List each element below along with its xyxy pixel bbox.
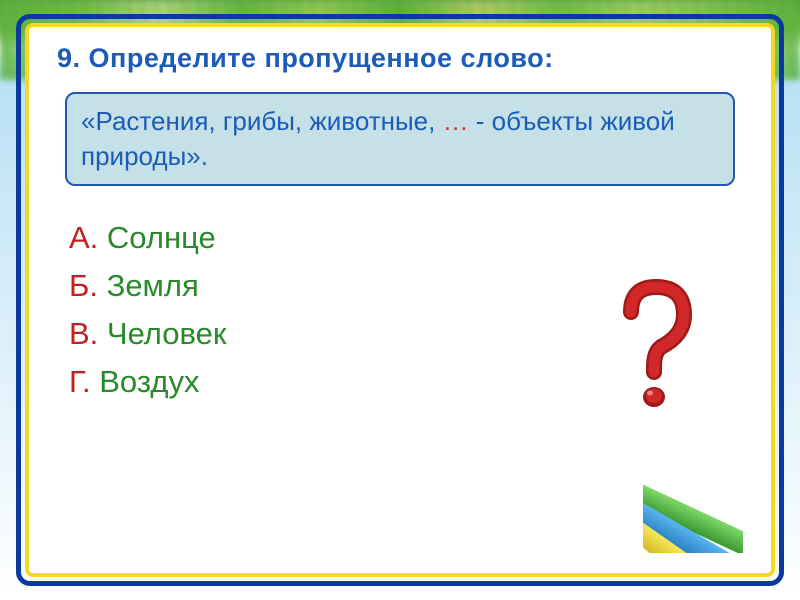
outer-frame: 9. Определите пропущенное слово: «Растен…: [16, 14, 784, 586]
answer-letter: Б.: [69, 268, 98, 303]
answer-letter: А.: [69, 220, 98, 255]
answer-option[interactable]: А. Солнце: [69, 214, 743, 262]
question-number: 9.: [57, 43, 81, 73]
answer-word: Человек: [107, 316, 226, 351]
question-mark-icon: [606, 277, 706, 417]
answer-word: Воздух: [99, 364, 199, 399]
answer-word: Солнце: [107, 220, 216, 255]
quote-part1: «Растения, грибы, животные,: [81, 106, 443, 136]
answer-word: Земля: [107, 268, 199, 303]
answer-letter: Г.: [69, 364, 91, 399]
inner-frame: 9. Определите пропущенное слово: «Растен…: [25, 23, 775, 577]
question-text: Определите пропущенное слово:: [89, 43, 554, 73]
quote-box: «Растения, грибы, животные, … - объекты …: [65, 92, 735, 186]
question-title: 9. Определите пропущенное слово:: [57, 43, 743, 74]
decorative-ribbon-icon: [643, 458, 743, 553]
answer-letter: В.: [69, 316, 98, 351]
quote-ellipsis: …: [443, 106, 469, 136]
